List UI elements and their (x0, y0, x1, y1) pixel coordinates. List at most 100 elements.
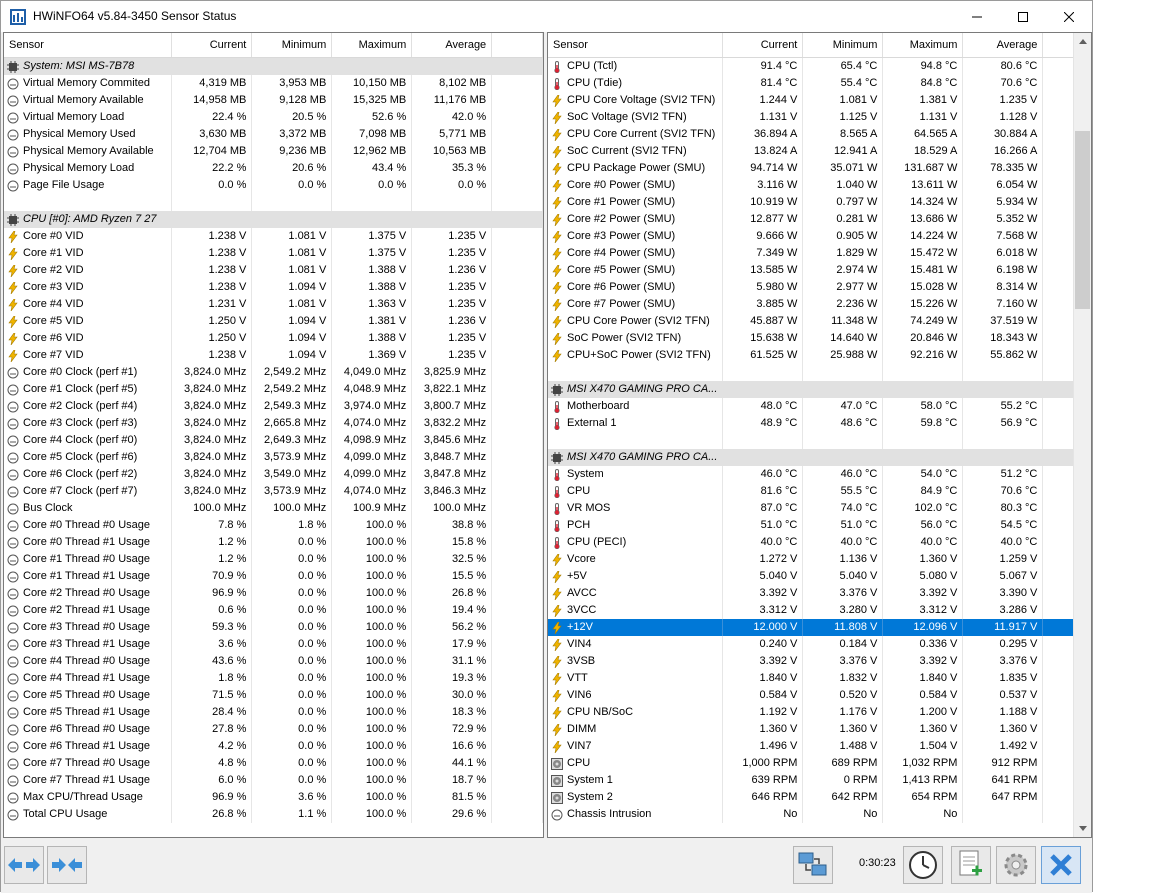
sensor-row[interactable]: Core #1 Power (SMU) 10.919 W 0.797 W 14.324… (548, 194, 1086, 211)
sensor-row[interactable]: VIN4 0.240 V 0.184 V 0.336 V 0.295 V (548, 636, 1086, 653)
sensor-row[interactable]: System 1 639 RPM 0 RPM 1,413 RPM 641 RPM (548, 772, 1086, 789)
minimize-button[interactable] (954, 1, 1000, 32)
vertical-scrollbar[interactable] (1073, 33, 1091, 837)
layout-toggle-button[interactable] (47, 846, 87, 884)
sensor-row[interactable]: Total CPU Usage 26.8 % 1.1 % 100.0 % 29.6 % (4, 806, 543, 823)
sensor-row[interactable]: External 1 48.9 °C 48.6 °C 59.8 °C 56.9 °C (548, 415, 1086, 432)
sensor-row[interactable]: CPU 1,000 RPM 689 RPM 1,032 RPM 912 RPM (548, 755, 1086, 772)
sensor-row[interactable]: Virtual Memory Load 22.4 % 20.5 % 52.6 % 42.… (4, 109, 543, 126)
sensor-row[interactable]: Core #5 Thread #1 Usage 28.4 % 0.0 % 100.0 … (4, 704, 543, 721)
sensor-row[interactable]: AVCC 3.392 V 3.376 V 3.392 V 3.390 V (548, 585, 1086, 602)
expand-collapse-button[interactable] (4, 846, 44, 884)
sensor-row[interactable]: Core #0 VID 1.238 V 1.081 V 1.375 V 1.235 V (4, 228, 543, 245)
exit-button[interactable] (1041, 846, 1081, 884)
sensor-row[interactable]: Core #3 Thread #1 Usage 3.6 % 0.0 % 100.0 %… (4, 636, 543, 653)
sensor-row[interactable]: Core #2 Power (SMU) 12.877 W 0.281 W 13.686… (548, 211, 1086, 228)
sensor-row[interactable]: Core #1 Thread #0 Usage 1.2 % 0.0 % 100.0 %… (4, 551, 543, 568)
sensor-group-header[interactable]: MSI X470 GAMING PRO CA... (548, 449, 1086, 466)
sensor-row[interactable]: VIN6 0.584 V 0.520 V 0.584 V 0.537 V (548, 687, 1086, 704)
sensor-row[interactable]: Core #5 Thread #0 Usage 71.5 % 0.0 % 100.0 … (4, 687, 543, 704)
right-column-header-sensor[interactable]: Sensor (548, 33, 724, 58)
reset-timer-button[interactable] (903, 846, 943, 884)
sensor-row[interactable]: Core #6 Thread #0 Usage 27.8 % 0.0 % 100.0 … (4, 721, 543, 738)
left-column-header-current[interactable]: Current (171, 33, 253, 58)
sensor-row[interactable]: CPU Core Current (SVI2 TFN) 36.894 A 8.565… (548, 126, 1086, 143)
right-column-header-average[interactable]: Average (962, 33, 1044, 58)
sensor-row[interactable]: VIN7 1.496 V 1.488 V 1.504 V 1.492 V (548, 738, 1086, 755)
sensor-row[interactable]: Core #4 Thread #0 Usage 43.6 % 0.0 % 100.0 … (4, 653, 543, 670)
sensor-row[interactable]: Core #6 Clock (perf #2) 3,824.0 MHz 3,549.… (4, 466, 543, 483)
sensor-row[interactable]: Bus Clock 100.0 MHz 100.0 MHz 100.9 MHz 100.… (4, 500, 543, 517)
sensor-row[interactable]: Core #2 Thread #0 Usage 96.9 % 0.0 % 100.0 … (4, 585, 543, 602)
right-column-header-current[interactable]: Current (722, 33, 804, 58)
sensor-row[interactable]: PCH 51.0 °C 51.0 °C 56.0 °C 54.5 °C (548, 517, 1086, 534)
maximize-button[interactable] (1000, 1, 1046, 32)
sensor-row[interactable]: CPU NB/SoC 1.192 V 1.176 V 1.200 V 1.188 V (548, 704, 1086, 721)
sensor-row[interactable]: Vcore 1.272 V 1.136 V 1.360 V 1.259 V (548, 551, 1086, 568)
sensor-row[interactable]: Core #6 Thread #1 Usage 4.2 % 0.0 % 100.0 %… (4, 738, 543, 755)
sensor-row[interactable]: Core #1 Clock (perf #5) 3,824.0 MHz 2,549.… (4, 381, 543, 398)
sensor-row[interactable]: CPU 81.6 °C 55.5 °C 84.9 °C 70.6 °C (548, 483, 1086, 500)
sensor-row[interactable]: Chassis Intrusion No No No (548, 806, 1086, 823)
sensor-row[interactable]: Core #5 VID 1.250 V 1.094 V 1.381 V 1.236 V (4, 313, 543, 330)
sensor-row[interactable]: System 2 646 RPM 642 RPM 654 RPM 647 RPM (548, 789, 1086, 806)
sensor-row[interactable]: CPU (Tctl) 91.4 °C 65.4 °C 94.8 °C 80.6 °C (548, 57, 1086, 75)
scrollbar-thumb[interactable] (1075, 131, 1090, 309)
sensor-row[interactable]: Core #6 Power (SMU) 5.980 W 2.977 W 15.028 … (548, 279, 1086, 296)
right-column-header-maximum[interactable]: Maximum (882, 33, 964, 58)
sensor-row[interactable]: Core #7 VID 1.238 V 1.094 V 1.369 V 1.235 V (4, 347, 543, 364)
network-button[interactable] (793, 846, 833, 884)
sensor-row[interactable]: 3VCC 3.312 V 3.280 V 3.312 V 3.286 V (548, 602, 1086, 619)
sensor-row[interactable]: Core #1 Thread #1 Usage 70.9 % 0.0 % 100.0 … (4, 568, 543, 585)
sensor-row[interactable]: Core #5 Clock (perf #6) 3,824.0 MHz 3,573.… (4, 449, 543, 466)
sensor-row[interactable]: +5V 5.040 V 5.040 V 5.080 V 5.067 V (548, 568, 1086, 585)
sensor-row[interactable]: VTT 1.840 V 1.832 V 1.840 V 1.835 V (548, 670, 1086, 687)
right-sensor-panel[interactable]: Sensor Current Minimum Maximum Average CPU (… (547, 32, 1092, 838)
sensor-row[interactable]: Core #0 Thread #0 Usage 7.8 % 1.8 % 100.0 %… (4, 517, 543, 534)
sensor-row[interactable]: Core #4 Thread #1 Usage 1.8 % 0.0 % 100.0 %… (4, 670, 543, 687)
sensor-row[interactable]: Core #2 Clock (perf #4) 3,824.0 MHz 2,549.… (4, 398, 543, 415)
sensor-group-header[interactable]: MSI X470 GAMING PRO CA... (548, 381, 1086, 398)
sensor-row[interactable]: Core #6 VID 1.250 V 1.094 V 1.388 V 1.235 V (4, 330, 543, 347)
right-column-header-minimum[interactable]: Minimum (802, 33, 884, 58)
sensor-row[interactable]: Core #3 Clock (perf #3) 3,824.0 MHz 2,665.… (4, 415, 543, 432)
sensor-row[interactable]: Core #3 VID 1.238 V 1.094 V 1.388 V 1.235 V (4, 279, 543, 296)
sensor-row[interactable]: Core #0 Thread #1 Usage 1.2 % 0.0 % 100.0 %… (4, 534, 543, 551)
sensor-row[interactable]: CPU (Tdie) 81.4 °C 55.4 °C 84.8 °C 70.6 °C (548, 75, 1086, 92)
sensor-row[interactable]: CPU Package Power (SMU) 94.714 W 35.071 W1… (548, 160, 1086, 177)
left-column-header-minimum[interactable]: Minimum (251, 33, 333, 58)
sensor-row[interactable]: 3VSB 3.392 V 3.376 V 3.392 V 3.376 V (548, 653, 1086, 670)
sensor-row[interactable]: SoC Current (SVI2 TFN) 13.824 A 12.941 A 18… (548, 143, 1086, 160)
sensor-row[interactable]: Physical Memory Load 22.2 % 20.6 % 43.4 % 35… (4, 160, 543, 177)
sensor-row[interactable]: System 46.0 °C 46.0 °C 54.0 °C 51.2 °C (548, 466, 1086, 483)
sensor-row[interactable]: Core #4 Clock (perf #0) 3,824.0 MHz 2,649.… (4, 432, 543, 449)
sensor-row[interactable]: Core #1 VID 1.238 V 1.081 V 1.375 V 1.235 V (4, 245, 543, 262)
scroll-down-arrow-icon[interactable] (1074, 820, 1091, 837)
sensor-group-header[interactable]: CPU [#0]: AMD Ryzen 7 27 (4, 211, 543, 228)
sensor-row[interactable]: Page File Usage 0.0 % 0.0 % 0.0 % 0.0 % (4, 177, 543, 194)
sensor-row[interactable]: Core #0 Clock (perf #1) 3,824.0 MHz 2,549.… (4, 364, 543, 381)
sensor-row[interactable]: Physical Memory Used 3,630 MB 3,372 MB 7,09… (4, 126, 543, 143)
sensor-row[interactable]: Physical Memory Available 12,704 MB 9,236 … (4, 143, 543, 160)
sensor-row[interactable]: VR MOS 87.0 °C 74.0 °C 102.0 °C 80.3 °C (548, 500, 1086, 517)
sensor-row[interactable]: Motherboard 48.0 °C 47.0 °C 58.0 °C 55.2 °C (548, 398, 1086, 415)
sensor-row[interactable]: Core #7 Clock (perf #7) 3,824.0 MHz 3,573.… (4, 483, 543, 500)
logging-button[interactable] (951, 846, 991, 884)
left-sensor-panel[interactable]: Sensor Current Minimum Maximum Average Syste… (3, 32, 544, 838)
sensor-row[interactable]: Core #5 Power (SMU) 13.585 W 2.974 W 15.481… (548, 262, 1086, 279)
sensor-row[interactable]: Core #0 Power (SMU) 3.116 W 1.040 W 13.611 … (548, 177, 1086, 194)
sensor-row[interactable]: Core #7 Thread #0 Usage 4.8 % 0.0 % 100.0 %… (4, 755, 543, 772)
left-column-header-sensor[interactable]: Sensor (4, 33, 173, 58)
sensor-row[interactable]: Core #3 Thread #0 Usage 59.3 % 0.0 % 100.0 … (4, 619, 543, 636)
sensor-row[interactable]: Core #7 Thread #1 Usage 6.0 % 0.0 % 100.0 %… (4, 772, 543, 789)
left-column-header-maximum[interactable]: Maximum (331, 33, 413, 58)
sensor-row[interactable]: +12V 12.000 V 11.808 V 12.096 V 11.917 V (548, 619, 1086, 636)
sensor-row[interactable]: SoC Voltage (SVI2 TFN) 1.131 V 1.125 V 1.13… (548, 109, 1086, 126)
sensor-row[interactable]: Core #2 Thread #1 Usage 0.6 % 0.0 % 100.0 %… (4, 602, 543, 619)
sensor-row[interactable]: SoC Power (SVI2 TFN) 15.638 W 14.640 W 20.8… (548, 330, 1086, 347)
sensor-row[interactable]: Virtual Memory Commited 4,319 MB 3,953 MB 1… (4, 75, 543, 92)
scroll-up-arrow-icon[interactable] (1074, 33, 1091, 50)
sensor-row[interactable]: DIMM 1.360 V 1.360 V 1.360 V 1.360 V (548, 721, 1086, 738)
settings-button[interactable] (996, 846, 1036, 884)
sensor-row[interactable]: Max CPU/Thread Usage 96.9 % 3.6 % 100.0 % 81… (4, 789, 543, 806)
